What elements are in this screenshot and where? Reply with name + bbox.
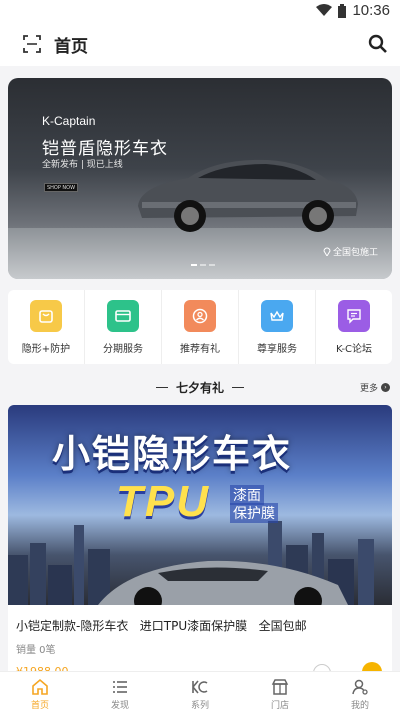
kc-logo-icon	[192, 680, 208, 694]
quick-item-forum[interactable]: K-C论坛	[316, 290, 392, 364]
store-icon	[271, 679, 289, 695]
tab-label: 首页	[30, 701, 49, 711]
quick-item-referral[interactable]: 推荐有礼	[162, 290, 239, 364]
chevron-right-icon: ›	[381, 383, 390, 392]
quick-item-installment[interactable]: 分期服务	[85, 290, 162, 364]
list-icon	[113, 681, 127, 693]
quick-item-label: 分期服务	[103, 344, 143, 355]
bottom-tab-bar: 首页 发现 系列 门店 我的	[0, 671, 400, 711]
card-icon	[107, 300, 139, 332]
quick-item-label: 隐形+防护	[21, 344, 71, 355]
tab-label: 系列	[190, 701, 209, 711]
quick-menu: 隐形+防护 分期服务 推荐有礼 尊享服务 K-C论坛	[8, 290, 392, 364]
hero-banner[interactable]: K-Captain 铠普盾隐形车衣 全新发布 | 现已上线 SHOP NOW 全…	[8, 78, 392, 279]
quick-item-label: 推荐有礼	[180, 344, 220, 355]
chat-icon	[338, 300, 370, 332]
quick-item-protection[interactable]: 隐形+防护	[8, 290, 85, 364]
more-label: 更多	[359, 384, 378, 394]
page-title: 首页	[54, 37, 88, 57]
home-icon	[32, 678, 48, 695]
crown-icon	[261, 300, 293, 332]
product-sales: 销量 0笔	[16, 645, 56, 656]
city-skyline-image	[8, 521, 374, 605]
status-time: 10:36	[352, 2, 390, 19]
scan-icon[interactable]	[22, 34, 42, 54]
bag-icon	[30, 300, 62, 332]
poster-subtitle-2: 保护膜	[230, 503, 278, 523]
app-bar: 首页	[0, 22, 400, 66]
tab-label: 发现	[110, 701, 129, 711]
product-name: 小铠定制款-隐形车衣 进口TPU漆面保护膜 全国包邮	[16, 619, 307, 633]
banner-location-text: 全国包施工	[332, 248, 378, 258]
battery-icon	[338, 3, 347, 18]
tab-profile[interactable]: 我的	[320, 672, 400, 711]
user-gift-icon	[184, 300, 216, 332]
wifi-icon	[316, 4, 333, 16]
poster-subtitle-1: 漆面	[230, 485, 264, 505]
pager-dot	[191, 264, 197, 266]
quick-item-label: K-C论坛	[335, 344, 373, 355]
tab-label: 我的	[350, 701, 369, 711]
status-bar: 10:36	[0, 0, 400, 22]
quick-item-label: 尊享服务	[257, 344, 297, 355]
product-poster: 小铠隐形车衣 TPU 漆面 保护膜	[8, 405, 392, 605]
section-title: 七夕有礼	[175, 381, 224, 395]
section-header: 七夕有礼 更多 ›	[0, 378, 400, 398]
more-link[interactable]: 更多 ›	[360, 381, 390, 394]
location-pin-icon	[323, 247, 331, 256]
product-card[interactable]: 小铠隐形车衣 TPU 漆面 保护膜 小铠定制款-隐形车衣 进口TPU漆面保护膜 …	[8, 405, 392, 680]
banner-pager	[191, 264, 215, 266]
quick-item-vip[interactable]: 尊享服务	[239, 290, 316, 364]
poster-title: 小铠隐形车衣	[52, 432, 293, 476]
car-image	[138, 159, 358, 232]
tab-home[interactable]: 首页	[0, 672, 80, 711]
divider	[232, 387, 244, 388]
tab-store[interactable]: 门店	[240, 672, 320, 711]
tab-label: 门店	[270, 701, 289, 711]
tab-discover[interactable]: 发现	[80, 672, 160, 711]
banner-brand: K-Captain	[42, 114, 96, 128]
profile-icon	[352, 679, 368, 695]
poster-tpu: TPU	[116, 477, 210, 526]
tab-series[interactable]: 系列	[160, 672, 240, 711]
banner-location: 全国包施工	[323, 245, 378, 258]
banner-headline: 铠普盾隐形车衣	[42, 139, 168, 159]
shop-now-button[interactable]: SHOP NOW	[44, 183, 78, 192]
pager-dot	[200, 264, 206, 266]
pager-dot	[209, 264, 215, 266]
search-icon[interactable]	[368, 34, 388, 54]
banner-subline: 全新发布 | 现已上线	[42, 160, 123, 170]
